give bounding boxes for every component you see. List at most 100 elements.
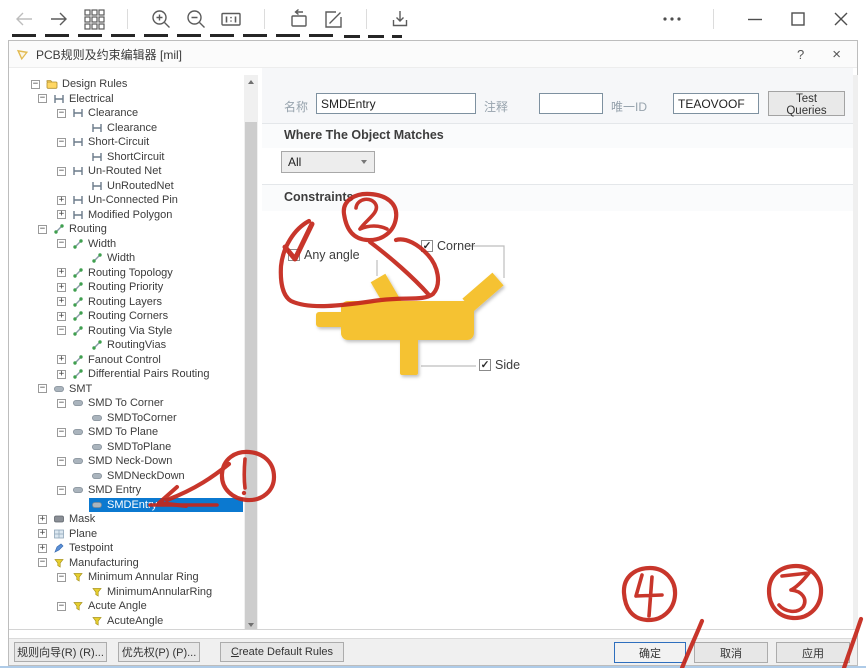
tree-item-mask[interactable]: +Mask [31,512,243,527]
tree-item-modified-polygon[interactable]: +Modified Polygon [31,208,243,223]
unique-id-input[interactable] [673,93,759,114]
tree-item-smd-entry[interactable]: −SMD Entry [31,483,243,498]
tree-item-routing-corners[interactable]: +Routing Corners [31,309,243,324]
download-icon[interactable] [389,8,411,30]
forward-icon[interactable] [48,8,70,30]
zoom-out-icon[interactable] [185,8,207,30]
tree-item-differential-pairs-routing[interactable]: +Differential Pairs Routing [31,367,243,382]
expand-icon[interactable]: + [57,355,66,364]
collapse-icon[interactable]: − [38,558,47,567]
tree-item-routing[interactable]: −Routing [31,222,243,237]
tree-item-manufacturing[interactable]: −Manufacturing [31,556,243,571]
new-window-icon[interactable] [287,8,309,30]
tree-item-short-circuit[interactable]: −Short-Circuit [31,135,243,150]
tree-item-clearance[interactable]: −Clearance [31,106,243,121]
expand-icon[interactable]: + [38,544,47,553]
side-checkbox[interactable]: ✓ Side [479,358,520,372]
expand-icon[interactable]: + [38,529,47,538]
priorities-button[interactable]: 优先权(P) (P)... [118,642,200,662]
tree-item-fanout-control[interactable]: +Fanout Control [31,353,243,368]
expand-icon[interactable]: + [57,283,66,292]
more-options-icon[interactable] [661,8,683,30]
tree-item-width[interactable]: −Width [31,237,243,252]
expand-icon[interactable]: + [57,210,66,219]
tree-item-routing-topology[interactable]: +Routing Topology [31,266,243,281]
tree-item-routing-layers[interactable]: +Routing Layers [31,295,243,310]
collapse-icon[interactable]: − [57,428,66,437]
tree-item-smdtoplane[interactable]: SMDToPlane [31,440,243,455]
tree-item-smd-to-corner[interactable]: −SMD To Corner [31,396,243,411]
name-input[interactable] [316,93,476,114]
collapse-icon[interactable]: − [57,167,66,176]
cancel-button[interactable]: 取消 [694,642,768,663]
tree-item-width[interactable]: Width [31,251,243,266]
tree-item-electrical[interactable]: −Electrical [31,92,243,107]
close-window-icon[interactable] [830,8,852,30]
expand-icon[interactable]: + [57,312,66,321]
collapse-icon[interactable]: − [31,80,40,89]
tree-item-routing-priority[interactable]: +Routing Priority [31,280,243,295]
rule-wizard-button[interactable]: 规则向导(R) (R)... [14,642,107,662]
collapse-icon[interactable]: − [57,457,66,466]
expand-icon[interactable]: + [57,297,66,306]
corner-checkbox[interactable]: ✓ Corner [421,239,475,253]
collapse-icon[interactable]: − [57,399,66,408]
tree-item-testpoint[interactable]: +Testpoint [31,541,243,556]
collapse-icon[interactable]: − [38,384,47,393]
apply-button[interactable]: 应用 [776,642,850,663]
tree-item-design-rules[interactable]: −Design Rules [31,77,243,92]
collapse-icon[interactable]: − [57,326,66,335]
back-icon[interactable] [13,8,35,30]
tree-item-un-routed-net[interactable]: −Un-Routed Net [31,164,243,179]
tree-scrollbar[interactable] [244,75,258,631]
tree-item-routingvias[interactable]: RoutingVias [31,338,243,353]
collapse-icon[interactable]: − [57,109,66,118]
minimize-icon[interactable] [744,8,766,30]
tree-item-smdtocorner[interactable]: SMDToCorner [31,411,243,426]
comment-input[interactable] [539,93,603,114]
collapse-icon[interactable]: − [57,602,66,611]
scrollbar-thumb[interactable] [245,122,257,632]
collapse-icon[interactable]: − [57,573,66,582]
tree-item-routing-via-style[interactable]: −Routing Via Style [31,324,243,339]
collapse-icon[interactable]: − [38,94,47,103]
tree-item-acuteangle[interactable]: AcuteAngle [31,614,243,629]
close-icon[interactable]: × [832,46,841,63]
ok-button[interactable]: 确定 [614,642,686,663]
help-icon[interactable]: ? [797,47,804,62]
tree-item-shortcircuit[interactable]: ShortCircuit [31,150,243,165]
collapse-icon[interactable]: − [57,239,66,248]
tree-item-un-connected-pin[interactable]: +Un-Connected Pin [31,193,243,208]
expand-icon[interactable]: + [57,268,66,277]
tree-item-unroutednet[interactable]: UnRoutedNet [31,179,243,194]
tree-item-clearance[interactable]: Clearance [31,121,243,136]
collapse-icon[interactable]: − [57,486,66,495]
test-queries-button[interactable]: Test Queries [768,91,845,116]
collapse-icon[interactable]: − [57,138,66,147]
expand-icon[interactable]: + [57,370,66,379]
zoom-in-icon[interactable] [150,8,172,30]
tree-item-smd-neck-down[interactable]: −SMD Neck-Down [31,454,243,469]
rules-tree: −Design Rules−Electrical−ClearanceCleara… [31,77,243,630]
tree-item-plane[interactable]: +Plane [31,527,243,542]
create-default-rules-button[interactable]: Create Default Rules [220,642,344,662]
any-angle-checkbox[interactable]: Any angle [288,248,360,262]
tree-item-smd-to-plane[interactable]: −SMD To Plane [31,425,243,440]
edit-icon[interactable] [322,8,344,30]
toolbar-divider [264,9,265,29]
tree-item-smdentry[interactable]: SMDEntry [31,498,243,513]
tree-item-acute-angle[interactable]: −Acute Angle [31,599,243,614]
right-panel-scrollbar[interactable] [853,75,858,631]
scope-dropdown[interactable]: All [281,151,375,173]
tree-item-minimumannularring[interactable]: MinimumAnnularRing [31,585,243,600]
apps-grid-icon[interactable] [83,8,105,30]
tree-item-smt[interactable]: −SMT [31,382,243,397]
tree-item-smdneckdown[interactable]: SMDNeckDown [31,469,243,484]
scroll-up-icon[interactable] [244,75,258,88]
tree-item-minimum-annular-ring[interactable]: −Minimum Annular Ring [31,570,243,585]
collapse-icon[interactable]: − [38,225,47,234]
expand-icon[interactable]: + [38,515,47,524]
expand-icon[interactable]: + [57,196,66,205]
actual-size-icon[interactable] [220,8,242,30]
maximize-icon[interactable] [787,8,809,30]
